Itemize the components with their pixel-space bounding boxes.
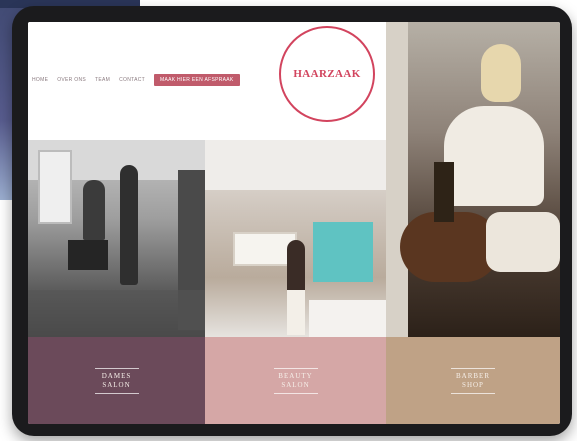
logo-text: HAARZAAK bbox=[293, 68, 361, 80]
photo-beauty-salon bbox=[205, 140, 386, 337]
photo-bottle bbox=[434, 162, 454, 222]
photo-window bbox=[38, 150, 72, 224]
brand-logo[interactable]: HAARZAAK bbox=[279, 26, 375, 122]
photo-counter bbox=[309, 300, 386, 337]
tile-label: BEAUTY SALON bbox=[273, 367, 318, 394]
tile-label-line: SALON bbox=[102, 380, 131, 389]
photo-person-skirt bbox=[287, 290, 305, 335]
photo-ceiling bbox=[205, 140, 386, 190]
nav-item-team[interactable]: TEAM bbox=[95, 77, 110, 83]
photo-chair bbox=[68, 240, 108, 270]
main-navigation: HOME OVER ONS TEAM CONTACT MAAK HIER EEN… bbox=[32, 74, 240, 86]
site-header: HOME OVER ONS TEAM CONTACT MAAK HIER EEN… bbox=[28, 22, 386, 140]
photo-person bbox=[120, 165, 138, 285]
photo-trousers bbox=[486, 212, 560, 272]
book-appointment-button[interactable]: MAAK HIER EEN AFSPRAAK bbox=[154, 74, 240, 86]
tile-label: BARBER SHOP bbox=[451, 367, 495, 394]
photo-shirt bbox=[444, 106, 544, 206]
photo-turquoise-wall bbox=[313, 222, 373, 282]
tile-barber-shop[interactable]: BARBER SHOP bbox=[386, 337, 560, 424]
nav-item-over-ons[interactable]: OVER ONS bbox=[57, 77, 86, 83]
photo-hair bbox=[481, 44, 521, 102]
photo-floor bbox=[28, 290, 205, 337]
photo-person bbox=[83, 180, 105, 240]
tile-dames-salon[interactable]: DAMES SALON bbox=[28, 337, 205, 424]
website-screen: HOME OVER ONS TEAM CONTACT MAAK HIER EEN… bbox=[28, 22, 560, 424]
tile-label-line: BEAUTY bbox=[278, 371, 313, 380]
nav-item-contact[interactable]: CONTACT bbox=[119, 77, 145, 83]
tile-beauty-salon[interactable]: BEAUTY SALON bbox=[205, 337, 386, 424]
photo-dames-salon bbox=[28, 140, 205, 337]
tile-label: DAMES SALON bbox=[94, 367, 139, 394]
nav-item-home[interactable]: HOME bbox=[32, 77, 48, 83]
tile-label-line: SALON bbox=[281, 380, 310, 389]
photo-wall bbox=[386, 22, 408, 337]
tile-label-line: SHOP bbox=[462, 380, 484, 389]
tile-label-line: BARBER bbox=[455, 371, 490, 380]
tile-label-line: DAMES bbox=[101, 371, 132, 380]
photo-table bbox=[400, 212, 500, 282]
photo-barber-shop bbox=[386, 22, 560, 337]
